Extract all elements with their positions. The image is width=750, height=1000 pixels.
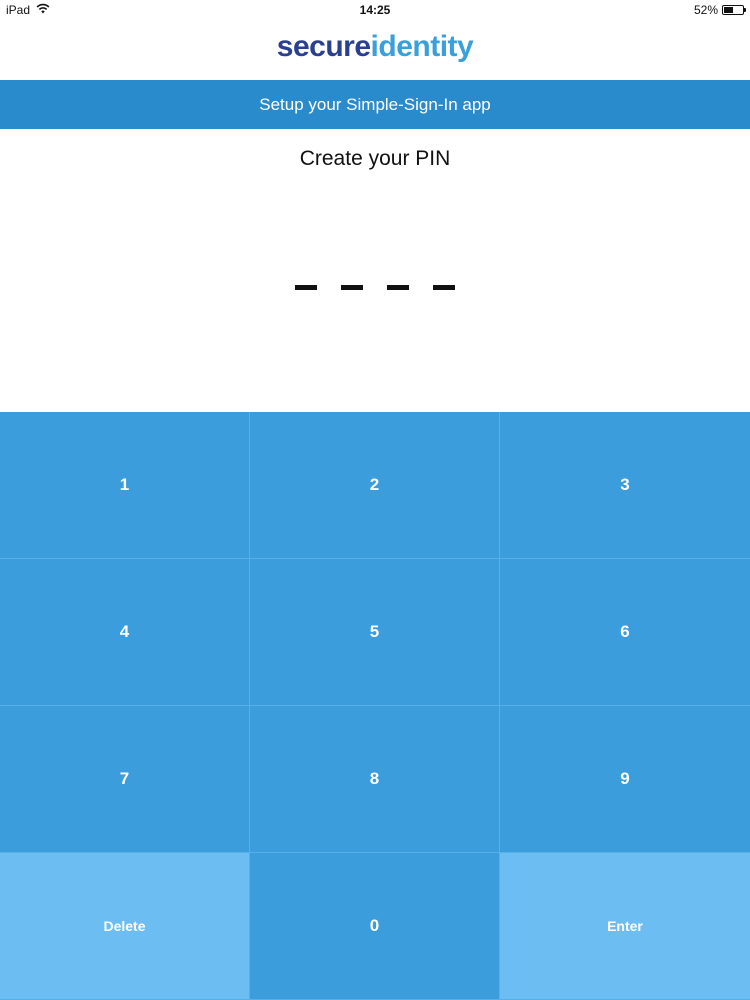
key-0[interactable]: 0 (250, 853, 500, 1000)
pin-title: Create your PIN (299, 147, 451, 170)
key-7[interactable]: 7 (0, 706, 250, 853)
delete-button[interactable]: Delete (0, 853, 250, 1000)
pin-slot (433, 285, 455, 290)
keypad: 1 2 3 4 5 6 7 8 9 Delete 0 Enter (0, 412, 750, 1000)
battery-icon (722, 5, 746, 15)
logo-identity-text: identity (370, 30, 474, 63)
key-4[interactable]: 4 (0, 559, 250, 706)
pin-display (0, 285, 750, 290)
setup-banner: Setup your Simple-Sign-In app (0, 80, 750, 129)
key-6[interactable]: 6 (500, 559, 750, 706)
key-1[interactable]: 1 (0, 412, 250, 559)
pin-slot (341, 285, 363, 290)
status-right: 52% (693, 3, 746, 17)
banner-text: Setup your Simple-Sign-In app (259, 94, 491, 114)
enter-button[interactable]: Enter (500, 853, 750, 1000)
pin-slot (387, 285, 409, 290)
logo: secureidentity (0, 30, 750, 64)
status-bar: iPad 14:25 52% (0, 0, 750, 22)
key-2[interactable]: 2 (250, 412, 500, 559)
status-time: 14:25 (359, 3, 391, 17)
pin-slot (295, 285, 317, 290)
key-8[interactable]: 8 (250, 706, 500, 853)
key-3[interactable]: 3 (500, 412, 750, 559)
logo-secure-text: secure (276, 30, 371, 63)
battery-percent: 52% (693, 3, 718, 17)
key-5[interactable]: 5 (250, 559, 500, 706)
key-9[interactable]: 9 (500, 706, 750, 853)
battery-fill (724, 7, 734, 13)
app-screen: iPad 14:25 52% secureidentity Setup your… (0, 0, 750, 1000)
